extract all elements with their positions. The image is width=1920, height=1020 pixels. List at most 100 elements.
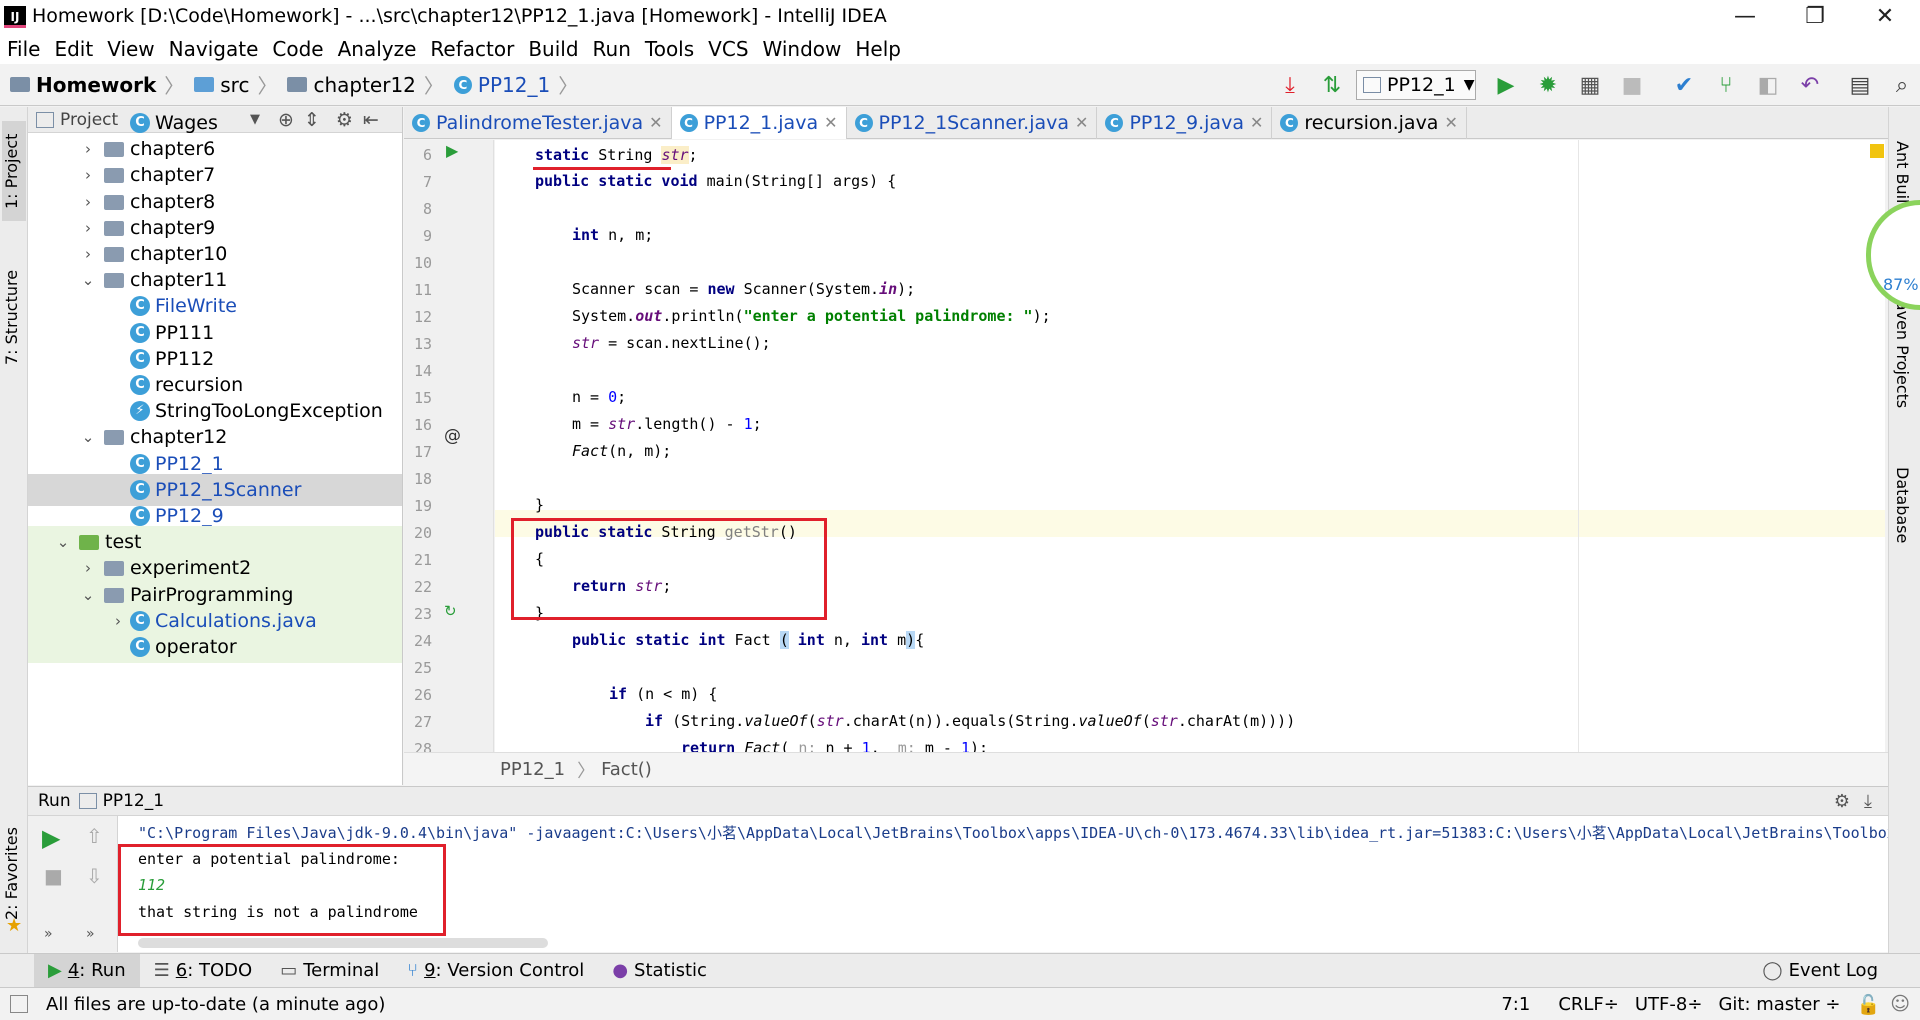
tool-label: Statistic xyxy=(634,960,707,981)
breadcrumb-method[interactable]: Fact() xyxy=(601,759,652,780)
code-editor[interactable]: static String str; public static void ma… xyxy=(495,140,1885,752)
editor-gutter[interactable]: 6 7 8 9 10 11 12 13 14 15 16 17 18 19 20 21 22 23 24 25 26 27… xyxy=(404,140,494,752)
coverage-icon[interactable]: ▦ xyxy=(1576,73,1604,99)
menu-analyze[interactable]: Analyze xyxy=(331,34,424,64)
chevron-right-icon: 〉 xyxy=(164,74,185,98)
close-tab-icon[interactable]: ✕ xyxy=(1075,113,1088,132)
run-config-dropdown[interactable]: PP12_1 ▼ xyxy=(1356,70,1476,100)
tool-windows-icon[interactable] xyxy=(10,995,28,1013)
close-tab-icon[interactable]: ✕ xyxy=(649,113,662,132)
up-arrow-icon[interactable]: ⇧ xyxy=(86,824,103,848)
git-branch[interactable]: Git: master ÷ xyxy=(1718,994,1840,1015)
status-message: All files are up-to-date (a minute ago) xyxy=(46,993,386,1015)
favorites-tool-tab[interactable]: 2: Favorites xyxy=(2,819,26,929)
run-tab-label[interactable]: PP12_1 xyxy=(103,791,164,811)
revert-icon[interactable]: ↶ xyxy=(1796,73,1824,99)
statistic-tool-button[interactable]: ● Statistic xyxy=(598,954,721,988)
tab-recursion[interactable]: Crecursion.java ✕ xyxy=(1272,106,1467,139)
java-class-icon: C xyxy=(854,113,873,132)
file-encoding[interactable]: UTF-8÷ xyxy=(1635,994,1703,1015)
folder-icon xyxy=(104,587,124,603)
sort-icon[interactable]: ⇅ xyxy=(1318,73,1346,99)
vcs-update-icon[interactable]: ✔ xyxy=(1670,73,1698,99)
source-folder-icon xyxy=(194,77,215,92)
close-tab-icon[interactable]: ✕ xyxy=(1250,113,1263,132)
run-main-gutter-icon[interactable]: ▶ xyxy=(446,141,458,160)
inspector-icon[interactable]: ☺ xyxy=(1890,993,1910,1015)
tab-pp12-9[interactable]: C PP12_9.java ✕ xyxy=(1097,106,1273,139)
hide-panel-icon[interactable]: ⤓ xyxy=(1864,791,1872,812)
menu-file[interactable]: File xyxy=(0,34,47,64)
lock-icon[interactable]: 🔓 xyxy=(1857,993,1881,1016)
breadcrumb-src[interactable]: src 〉 xyxy=(184,64,277,106)
line-number: 19 xyxy=(413,497,432,515)
title-bar: IJ Homework [D:\Code\Homework] - ...\src… xyxy=(0,0,1920,34)
restore-button[interactable]: ❐ xyxy=(1780,0,1850,34)
stop-icon[interactable]: ■ xyxy=(44,864,63,888)
stop-icon[interactable]: ■ xyxy=(1618,73,1646,99)
download-arrow-icon[interactable]: ⤓ xyxy=(1276,73,1304,99)
terminal-tool-button[interactable]: ▭ Terminal xyxy=(266,954,393,988)
console-output[interactable]: "C:\Program Files\Java\jdk-9.0.4\bin\jav… xyxy=(118,816,1888,952)
todo-tool-button[interactable]: ☰ 6: TODO xyxy=(140,954,267,988)
more-icon[interactable]: » xyxy=(86,926,95,942)
run-icon[interactable]: ▶ xyxy=(1492,73,1520,99)
minimize-button[interactable]: — xyxy=(1710,0,1780,34)
tab-label: recursion.java xyxy=(1304,111,1439,134)
line-number: 6 xyxy=(422,146,432,164)
database-tab[interactable]: Database xyxy=(1893,467,1912,587)
vcs-commit-icon[interactable]: ⑂ xyxy=(1712,73,1740,99)
project-structure-icon[interactable]: ▤ xyxy=(1846,73,1874,99)
line-number: 25 xyxy=(413,659,432,677)
close-button[interactable]: ✕ xyxy=(1850,0,1920,34)
warning-marker-icon[interactable] xyxy=(1870,144,1884,158)
breadcrumb-label: src xyxy=(220,72,250,97)
run-icon: ▶ xyxy=(48,960,62,981)
breadcrumb-homework[interactable]: Homework 〉 xyxy=(0,64,184,106)
menu-help[interactable]: Help xyxy=(848,34,908,64)
code-line-16: m = str.length() - 1; xyxy=(572,415,762,433)
close-tab-icon[interactable]: ✕ xyxy=(824,113,837,132)
implements-gutter-icon[interactable]: @ xyxy=(444,426,461,446)
maven-projects-tab[interactable]: Maven Projects xyxy=(1893,287,1912,487)
rerun-icon[interactable]: ▶ xyxy=(42,824,60,852)
close-tab-icon[interactable]: ✕ xyxy=(1444,113,1457,132)
menu-tools[interactable]: Tools xyxy=(638,34,701,64)
more-icon[interactable]: » xyxy=(44,926,53,942)
menu-navigate[interactable]: Navigate xyxy=(162,34,266,64)
line-number: 18 xyxy=(413,470,432,488)
menu-edit[interactable]: Edit xyxy=(47,34,100,64)
menu-view[interactable]: View xyxy=(100,34,161,64)
menu-run[interactable]: Run xyxy=(586,34,638,64)
vcs-compare-icon[interactable]: ◧ xyxy=(1754,73,1782,99)
structure-tool-tab[interactable]: 7: Structure xyxy=(2,257,26,377)
tab-pp12-1scanner[interactable]: C PP12_1Scanner.java ✕ xyxy=(847,106,1098,139)
version-control-tool-button[interactable]: ⑂ 9: Version Control xyxy=(393,954,598,988)
menu-build[interactable]: Build xyxy=(521,34,585,64)
project-tool-tab[interactable]: 1: Project xyxy=(2,121,26,221)
tab-palindrometester[interactable]: C PalindromeTester.java ✕ xyxy=(404,106,672,139)
memory-gauge-label: 87% xyxy=(1883,275,1919,294)
folder-icon xyxy=(104,273,124,289)
menu-window[interactable]: Window xyxy=(756,34,849,64)
menu-vcs[interactable]: VCS xyxy=(701,34,755,64)
event-log-button[interactable]: ◯ Event Log xyxy=(1748,954,1892,988)
line-separator[interactable]: CRLF÷ xyxy=(1558,994,1619,1015)
tab-pp12-1[interactable]: C PP12_1.java ✕ xyxy=(671,106,847,139)
breadcrumb-class[interactable]: PP12_1 xyxy=(500,759,565,780)
down-arrow-icon[interactable]: ⇩ xyxy=(86,864,103,888)
run-tool-button[interactable]: ▶ 4: Run xyxy=(34,953,140,988)
menu-code[interactable]: Code xyxy=(265,34,330,64)
breadcrumb-chapter12[interactable]: chapter12 〉 xyxy=(277,64,444,106)
menu-refactor[interactable]: Refactor xyxy=(423,34,521,64)
java-class-icon: C xyxy=(130,453,150,474)
tree-item[interactable]: Coperator xyxy=(28,631,402,663)
code-line-19: } xyxy=(535,496,545,514)
horizontal-scrollbar[interactable] xyxy=(138,938,548,948)
gear-icon[interactable]: ⚙ xyxy=(1834,791,1850,812)
debug-icon[interactable]: ✹ xyxy=(1534,73,1562,99)
recursive-call-gutter-icon[interactable]: ↻ xyxy=(444,602,457,620)
breadcrumb-pp12-1[interactable]: C PP12_1 〉 xyxy=(444,64,578,106)
search-icon[interactable]: ⌕ xyxy=(1888,73,1916,99)
caret-position[interactable]: 7:1 xyxy=(1501,994,1530,1015)
